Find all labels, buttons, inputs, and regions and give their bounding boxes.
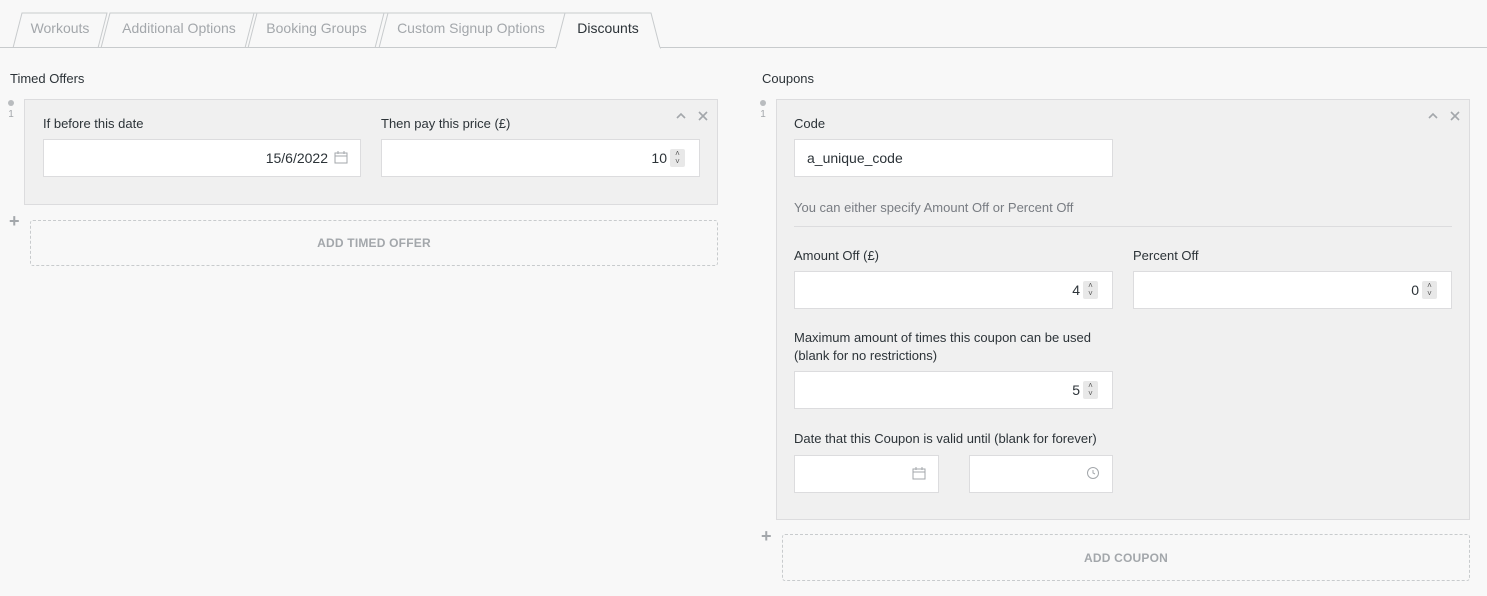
tab-additional-options[interactable]: Additional Options (100, 12, 258, 48)
tab-label: Additional Options (122, 20, 236, 36)
coupon-index: 1 (758, 100, 768, 120)
card-controls (675, 108, 709, 124)
drag-handle-icon[interactable] (760, 100, 766, 106)
drag-handle-icon[interactable] (8, 100, 14, 106)
percent-off-label: Percent Off (1133, 248, 1199, 263)
close-icon[interactable] (697, 108, 709, 124)
date-label: If before this date (43, 116, 144, 131)
timed-offer-price-input[interactable]: 10 ˄ ˅ (381, 139, 700, 177)
valid-until-date-input[interactable] (794, 455, 939, 493)
move-up-icon[interactable] (1427, 108, 1439, 124)
max-uses-label: Maximum amount of times this coupon can … (794, 329, 1091, 365)
number-stepper-icon[interactable]: ˄ ˅ (1083, 281, 1098, 299)
number-stepper-icon[interactable]: ˄ ˅ (670, 149, 685, 167)
coupons-title: Coupons (762, 71, 815, 86)
tab-workouts[interactable]: Workouts (12, 12, 108, 48)
tab-custom-signup-options[interactable]: Custom Signup Options (374, 12, 568, 48)
divider (794, 226, 1452, 227)
valid-until-label: Date that this Coupon is valid until (bl… (794, 431, 1097, 446)
amount-off-label: Amount Off (£) (794, 248, 880, 263)
amount-off-input[interactable]: 4 ˄ ˅ (794, 271, 1113, 309)
number-stepper-icon[interactable]: ˄ ˅ (1422, 281, 1437, 299)
tab-label: Booking Groups (266, 20, 367, 36)
amount-hint: You can either specify Amount Off or Per… (794, 200, 1074, 215)
price-label: Then pay this price (£) (381, 116, 511, 131)
add-plus-icon[interactable]: + (761, 527, 772, 545)
add-timed-offer-button[interactable]: ADD TIMED OFFER (30, 220, 718, 266)
max-uses-label-line2: (blank for no restrictions) (794, 348, 938, 363)
max-uses-value: 5 (1072, 382, 1080, 398)
add-coupon-button[interactable]: ADD COUPON (782, 534, 1470, 581)
number-stepper-icon[interactable]: ˄ ˅ (1083, 381, 1098, 399)
close-icon[interactable] (1449, 108, 1461, 124)
coupon-code-input[interactable]: a_unique_code (794, 139, 1113, 177)
code-label: Code (794, 116, 826, 131)
tab-label: Workouts (30, 20, 90, 36)
date-value: 15/6/2022 (265, 150, 328, 166)
timed-offer-index: 1 (6, 100, 16, 120)
calendar-icon[interactable] (334, 150, 348, 167)
max-uses-input[interactable]: 5 ˄ ˅ (794, 371, 1113, 409)
index-number: 1 (8, 109, 14, 120)
amount-off-value: 4 (1072, 282, 1080, 298)
calendar-icon[interactable] (912, 466, 926, 483)
card-controls (1427, 108, 1461, 124)
timed-offers-title: Timed Offers (10, 71, 85, 86)
timed-offer-date-input[interactable]: 15/6/2022 (43, 139, 361, 177)
index-number: 1 (760, 109, 766, 120)
clock-icon[interactable] (1086, 466, 1100, 483)
percent-off-input[interactable]: 0 ˄ ˅ (1133, 271, 1452, 309)
tab-label: Custom Signup Options (397, 20, 545, 36)
tab-label: Discounts (577, 20, 639, 36)
percent-off-value: 0 (1411, 282, 1419, 298)
tab-bar: Workouts Additional Options Booking Grou… (0, 0, 1487, 49)
move-up-icon[interactable] (675, 108, 687, 124)
max-uses-label-line1: Maximum amount of times this coupon can … (794, 330, 1091, 345)
price-value: 10 (651, 150, 667, 166)
code-value: a_unique_code (807, 150, 903, 166)
valid-until-time-input[interactable] (969, 455, 1113, 493)
tab-discounts[interactable]: Discounts (555, 12, 661, 49)
add-plus-icon[interactable]: + (9, 212, 20, 230)
tab-booking-groups[interactable]: Booking Groups (244, 12, 389, 48)
